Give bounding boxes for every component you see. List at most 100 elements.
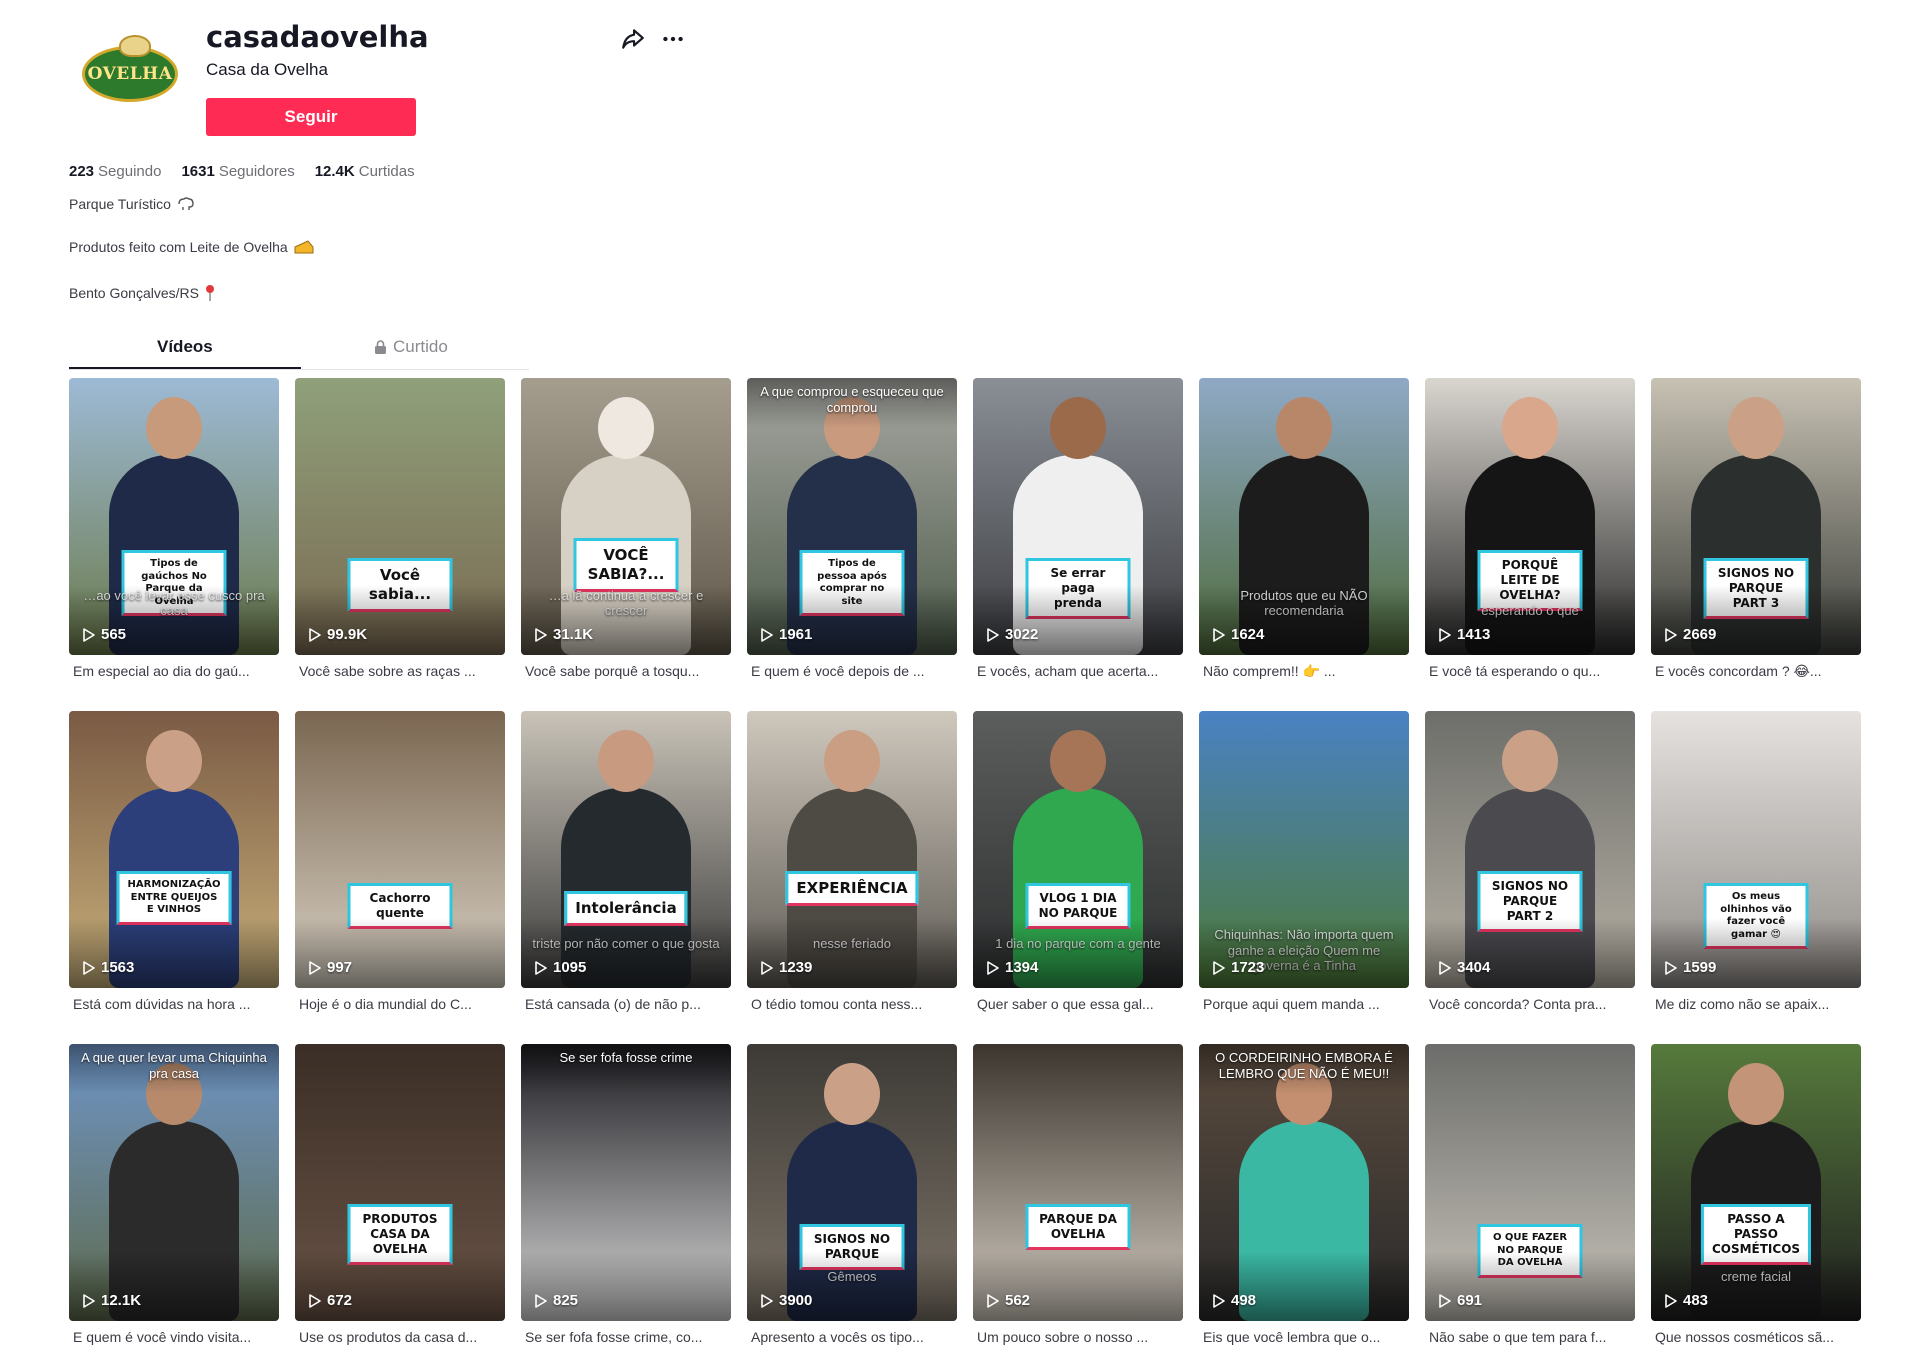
video-thumbnail[interactable]: Se errar paga prenda3022: [973, 378, 1183, 655]
video-thumbnail[interactable]: EXPERIÊNCIAnesse feriado1239: [747, 711, 957, 988]
video-card[interactable]: Se errar paga prenda3022 E vocês, acham q…: [973, 378, 1183, 679]
video-thumbnail[interactable]: O CORDEIRINHO EMBORA É LEMBRO QUE NÃO É …: [1199, 1044, 1409, 1321]
video-card[interactable]: PRODUTOS CASA DA OVELHA 672 Use os produto…: [295, 1044, 505, 1345]
video-thumbnail[interactable]: Chiquinhas: Não importa quem ganhe a ele…: [1199, 711, 1409, 988]
video-thumbnail[interactable]: Produtos que eu NÃO recomendaria1624: [1199, 378, 1409, 655]
video-caption[interactable]: Você sabe porquê a tosqu...: [521, 663, 731, 679]
video-card[interactable]: SIGNOS NO PARQUE PART 32669 E vocês conco…: [1651, 378, 1861, 680]
video-card[interactable]: A que quer levar uma Chiquinha pra casa 1…: [69, 1044, 279, 1345]
video-caption[interactable]: Eis que você lembra que o...: [1199, 1329, 1409, 1345]
stat-label: Seguidores: [218, 163, 295, 180]
view-count-value: 31.1K: [553, 626, 594, 643]
video-caption[interactable]: Você sabe sobre as raças ...: [295, 663, 505, 679]
avatar[interactable]: OVELHA: [79, 35, 181, 110]
video-thumbnail[interactable]: VLOG 1 DIA NO PARQUE1 dia no parque com …: [973, 711, 1183, 988]
nickname: Casa da Ovelha: [206, 60, 328, 79]
video-caption[interactable]: Hoje é o dia mundial do C...: [295, 996, 505, 1012]
video-card[interactable]: Chiquinhas: Não importa quem ganhe a ele…: [1199, 711, 1409, 1012]
video-thumbnail[interactable]: VOCÊ SABIA?...…a lã continua a crescer e…: [521, 378, 731, 655]
video-thumbnail[interactable]: Intolerânciatriste por não comer o que g…: [521, 711, 731, 988]
video-thumbnail[interactable]: O QUE FAZER NO PARQUE DA OVELHA691: [1425, 1044, 1635, 1321]
video-card[interactable]: Você sabia...99.9K Você sabe sobre as raç…: [295, 378, 505, 679]
video-card[interactable]: EXPERIÊNCIAnesse feriado1239 O tédio tomo…: [747, 711, 957, 1012]
video-thumbnail[interactable]: PORQUÊ LEITE DE OVELHA?esperando o que14…: [1425, 378, 1635, 655]
video-caption[interactable]: Está com dúvidas na hora ...: [69, 996, 279, 1012]
video-caption[interactable]: E quem é você depois de ...: [747, 663, 957, 679]
tab-liked[interactable]: Curtido: [374, 337, 448, 357]
tab-videos[interactable]: Vídeos: [157, 337, 213, 357]
video-card[interactable]: Se ser fofa fosse crime 825 Se ser fofa fo…: [521, 1044, 731, 1345]
video-thumbnail[interactable]: PARQUE DA OVELHA 562: [973, 1044, 1183, 1321]
thumbnail-subject-head: [598, 397, 654, 459]
video-caption[interactable]: E você tá esperando o qu...: [1425, 663, 1635, 679]
video-caption[interactable]: Não comprem!! 👉 ...: [1199, 663, 1409, 680]
video-caption[interactable]: Em especial ao dia do gaú...: [69, 663, 279, 679]
video-caption[interactable]: Está cansada (o) de não p...: [521, 996, 731, 1012]
video-card[interactable]: A que comprou e esqueceu que comprou Tipo…: [747, 378, 957, 679]
thumbnail-bottom-shade: [973, 585, 1183, 655]
share-icon[interactable]: [620, 26, 646, 52]
video-card[interactable]: Os meus olhinhos vão fazer você gamar 😍1…: [1651, 711, 1861, 1012]
video-thumbnail[interactable]: SIGNOS NO PARQUE PART 2 3404: [1425, 711, 1635, 988]
video-card[interactable]: PASSO A PASSO COSMÉTICOScreme facial483 Q…: [1651, 1044, 1861, 1345]
view-count-value: 562: [1005, 1292, 1031, 1309]
video-thumbnail[interactable]: A que comprou e esqueceu que comprou Tipo…: [747, 378, 957, 655]
video-caption[interactable]: E vocês, acham que acerta...: [973, 663, 1183, 679]
video-card[interactable]: SIGNOS NO PARQUE PART 2 3404 Você concorda…: [1425, 711, 1635, 1012]
video-thumbnail[interactable]: Você sabia...99.9K: [295, 378, 505, 655]
video-caption[interactable]: Um pouco sobre o nosso ...: [973, 1329, 1183, 1345]
video-caption[interactable]: Não sabe o que tem para f...: [1425, 1329, 1635, 1345]
video-thumbnail[interactable]: Os meus olhinhos vão fazer você gamar 😍1…: [1651, 711, 1861, 988]
video-caption[interactable]: O tédio tomou conta ness...: [747, 996, 957, 1012]
video-caption[interactable]: E vocês concordam ? 😂...: [1651, 663, 1861, 680]
video-caption[interactable]: Porque aqui quem manda ...: [1199, 996, 1409, 1012]
video-card[interactable]: O CORDEIRINHO EMBORA É LEMBRO QUE NÃO É …: [1199, 1044, 1409, 1345]
bio-text: Bento Gonçalves/RS: [69, 285, 199, 301]
video-caption[interactable]: Quer saber o que essa gal...: [973, 996, 1183, 1012]
video-card[interactable]: Tipos de gaúchos No Parque da Ovelha…ao …: [69, 378, 279, 679]
view-count-value: 1394: [1005, 959, 1039, 976]
video-thumbnail[interactable]: A que quer levar uma Chiquinha pra casa 1…: [69, 1044, 279, 1321]
video-card[interactable]: SIGNOS NO PARQUEGêmeos3900 Apresento a vo…: [747, 1044, 957, 1345]
play-icon: [761, 627, 773, 642]
video-thumbnail[interactable]: Se ser fofa fosse crime 825: [521, 1044, 731, 1321]
bio-line-2: Produtos feito com Leite de Ovelha: [69, 239, 314, 255]
stat-following[interactable]: 223 Seguindo: [69, 163, 161, 180]
view-count: 31.1K: [535, 626, 593, 643]
view-count: 1413: [1439, 626, 1490, 643]
video-card[interactable]: PORQUÊ LEITE DE OVELHA?esperando o que14…: [1425, 378, 1635, 679]
video-caption[interactable]: Que nossos cosméticos sã...: [1651, 1329, 1861, 1345]
video-thumbnail[interactable]: PASSO A PASSO COSMÉTICOScreme facial483: [1651, 1044, 1861, 1321]
video-caption[interactable]: Se ser fofa fosse crime, co...: [521, 1329, 731, 1345]
video-card[interactable]: VLOG 1 DIA NO PARQUE1 dia no parque com …: [973, 711, 1183, 1012]
thumbnail-subject-head: [1276, 397, 1332, 459]
video-caption[interactable]: Apresento a vocês os tipo...: [747, 1329, 957, 1345]
video-caption[interactable]: Use os produtos da casa d...: [295, 1329, 505, 1345]
view-count-value: 3022: [1005, 626, 1039, 643]
video-thumbnail[interactable]: PRODUTOS CASA DA OVELHA 672: [295, 1044, 505, 1321]
video-thumbnail[interactable]: Cachorro quente 997: [295, 711, 505, 988]
video-caption[interactable]: E quem é você vindo visita...: [69, 1329, 279, 1345]
more-icon[interactable]: [660, 26, 686, 52]
follow-button[interactable]: Seguir: [206, 98, 416, 136]
bio-text: Parque Turístico: [69, 196, 171, 212]
video-caption[interactable]: Me diz como não se apaix...: [1651, 996, 1861, 1012]
video-thumbnail[interactable]: Tipos de gaúchos No Parque da Ovelha…ao …: [69, 378, 279, 655]
video-card[interactable]: O QUE FAZER NO PARQUE DA OVELHA691 Não sa…: [1425, 1044, 1635, 1345]
video-card[interactable]: Produtos que eu NÃO recomendaria1624 Não …: [1199, 378, 1409, 680]
video-card[interactable]: HARMONIZAÇÃO ENTRE QUEIJOS E VINHOS 1563 E…: [69, 711, 279, 1012]
stat-label: Curtidas: [358, 163, 415, 180]
view-count-value: 1413: [1457, 626, 1491, 643]
video-card[interactable]: Intolerânciatriste por não comer o que g…: [521, 711, 731, 1012]
view-count: 565: [83, 626, 126, 643]
video-card[interactable]: PARQUE DA OVELHA 562 Um pouco sobre o noss…: [973, 1044, 1183, 1345]
play-icon: [83, 627, 95, 642]
video-thumbnail[interactable]: SIGNOS NO PARQUE PART 32669: [1651, 378, 1861, 655]
video-card[interactable]: VOCÊ SABIA?...…a lã continua a crescer e…: [521, 378, 731, 679]
video-thumbnail[interactable]: HARMONIZAÇÃO ENTRE QUEIJOS E VINHOS 1563: [69, 711, 279, 988]
video-card[interactable]: Cachorro quente 997 Hoje é o dia mundial d…: [295, 711, 505, 1012]
video-thumbnail[interactable]: SIGNOS NO PARQUEGêmeos3900: [747, 1044, 957, 1321]
play-icon: [309, 627, 321, 642]
stat-followers[interactable]: 1631 Seguidores: [181, 163, 294, 180]
video-caption[interactable]: Você concorda? Conta pra...: [1425, 996, 1635, 1012]
